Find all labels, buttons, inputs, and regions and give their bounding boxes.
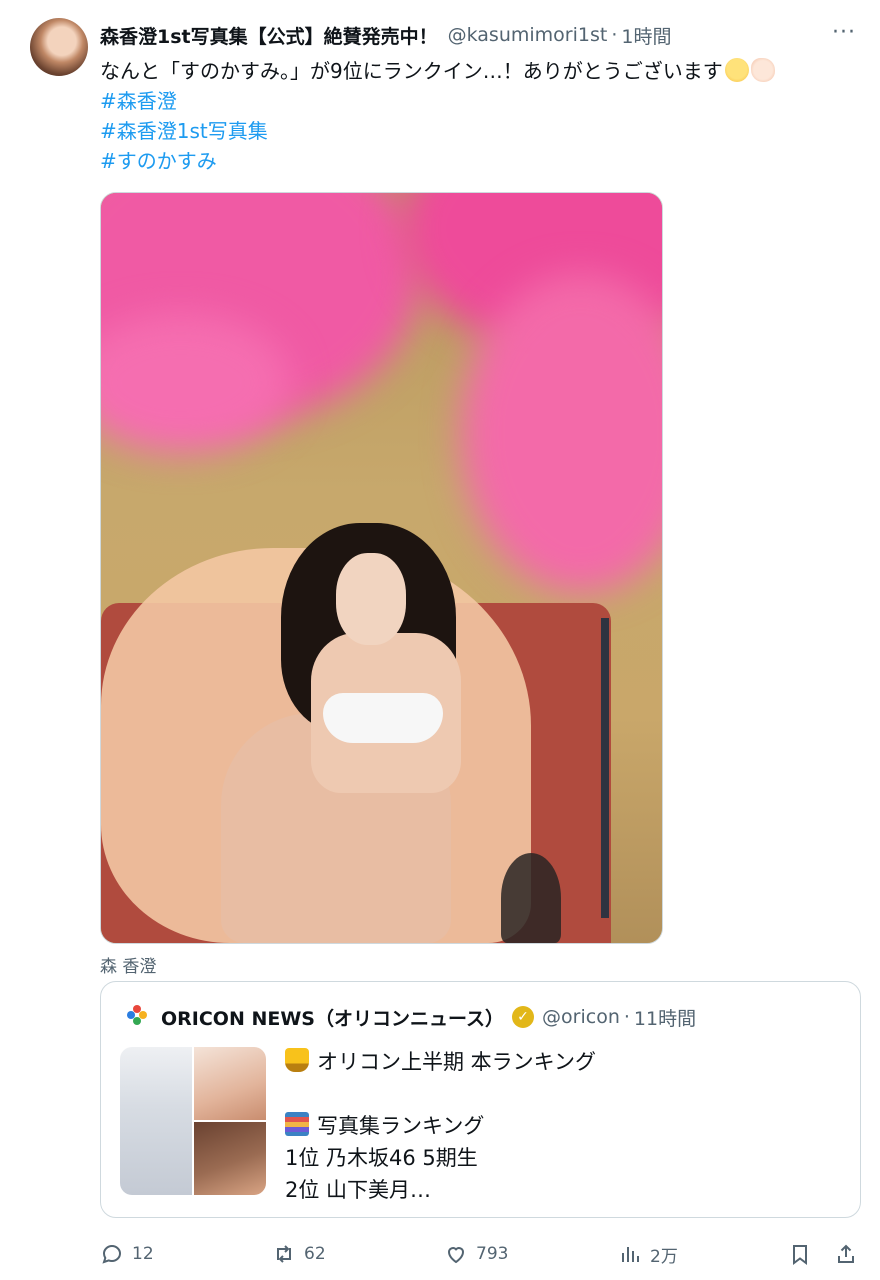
bookmark-icon <box>793 1245 807 1265</box>
bookmark-button[interactable] <box>788 1236 820 1272</box>
author-name[interactable]: 森香澄1st写真集【公式】絶賛発売中！ <box>100 22 438 49</box>
reply-button[interactable]: 12 <box>100 1236 154 1272</box>
clapping-hands-icon <box>750 58 775 82</box>
quoted-tweet[interactable]: ORICON NEWS（オリコンニュース） ✓ @oricon · 11時間 オ… <box>100 981 861 1218</box>
hashtag-link[interactable]: #すのかすみ <box>100 146 860 176</box>
hashtag-link[interactable]: #森香澄1st写真集 <box>100 116 860 146</box>
thumbnail-group-photo <box>120 1047 192 1195</box>
quoted-text: オリコン上半期 本ランキング 写真集ランキング 1位 乃木坂46 5期生 2位 … <box>285 1046 596 1206</box>
books-icon <box>285 1112 309 1136</box>
photo-chair-rail <box>601 618 609 918</box>
tweet-photo[interactable] <box>100 192 663 944</box>
thumbnail-portrait <box>194 1047 266 1120</box>
quoted-line: 1位 乃木坂46 5期生 <box>285 1146 478 1170</box>
quoted-line: 2位 山下美月… <box>285 1178 432 1202</box>
photo-tag[interactable]: 森 香澄 <box>100 952 156 977</box>
like-button[interactable]: 793 <box>444 1236 508 1272</box>
timestamp[interactable]: 1時間 <box>621 22 671 49</box>
pleading-face-icon <box>724 58 749 82</box>
quoted-line <box>285 1078 596 1110</box>
reply-icon <box>102 1244 122 1264</box>
tweet[interactable]: 森香澄1st写真集【公式】絶賛発売中！ @kasumimori1st · 1時間… <box>0 0 880 1280</box>
share-button[interactable] <box>834 1236 866 1272</box>
analytics-icon <box>622 1247 639 1262</box>
reply-count: 12 <box>132 1244 154 1264</box>
heart-icon <box>447 1247 465 1264</box>
retweet-icon <box>277 1245 291 1263</box>
quoted-author-handle[interactable]: @oricon <box>542 1006 620 1028</box>
avatar[interactable] <box>30 18 88 76</box>
quoted-line: オリコン上半期 本ランキング <box>285 1046 596 1078</box>
hashtag-link[interactable]: #森香澄 <box>100 86 860 116</box>
tweet-header: 森香澄1st写真集【公式】絶賛発売中！ @kasumimori1st · 1時間… <box>100 20 860 50</box>
quoted-line: 写真集ランキング <box>285 1110 596 1142</box>
separator-dot: · <box>611 24 618 46</box>
share-icon <box>838 1244 854 1263</box>
view-count: 2万 <box>650 1246 678 1267</box>
retweet-button[interactable]: 62 <box>272 1236 326 1272</box>
quoted-thumbnail[interactable] <box>120 1047 266 1195</box>
photo-lamp <box>501 853 561 943</box>
trophy-icon <box>285 1048 309 1072</box>
views-button[interactable]: 2万 <box>618 1236 678 1272</box>
quoted-line-text: オリコン上半期 本ランキング <box>317 1050 597 1074</box>
author-handle[interactable]: @kasumimori1st <box>448 24 608 46</box>
action-bar: 12 62 793 2万 <box>100 1236 860 1272</box>
quoted-timestamp[interactable]: 11時間 <box>634 1004 696 1031</box>
quoted-line-text: 写真集ランキング <box>317 1114 485 1138</box>
separator-dot: · <box>623 1006 630 1028</box>
photo-swimsuit <box>323 693 443 743</box>
retweet-count: 62 <box>304 1244 326 1264</box>
thumbnail-portrait <box>194 1122 266 1195</box>
verified-badge-icon: ✓ <box>512 1006 535 1028</box>
oricon-logo-icon <box>125 1003 149 1031</box>
quoted-tweet-header: ORICON NEWS（オリコンニュース） ✓ @oricon · 11時間 <box>125 1002 844 1032</box>
photo-face <box>336 553 406 645</box>
tweet-text-block: なんと「すのかすみ。」が9位にランクイン…！ありがとうございます #森香澄 #森… <box>100 56 860 176</box>
more-options-icon[interactable]: ··· <box>832 20 856 45</box>
tweet-text: なんと「すのかすみ。」が9位にランクイン…！ありがとうございます <box>100 59 723 83</box>
like-count: 793 <box>476 1244 509 1264</box>
quoted-author-name[interactable]: ORICON NEWS（オリコンニュース） <box>161 1004 504 1031</box>
